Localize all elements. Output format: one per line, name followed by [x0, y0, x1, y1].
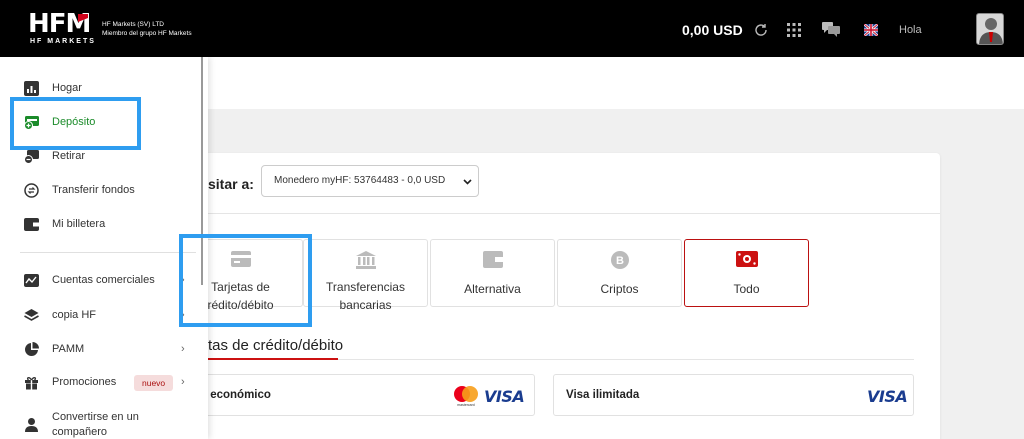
- uk-flag-icon[interactable]: [864, 24, 878, 36]
- new-badge: nuevo: [134, 375, 174, 391]
- apps-grid-icon[interactable]: [787, 23, 801, 37]
- sidebar-item-transfer[interactable]: Transferir fondos: [0, 176, 208, 206]
- highlight-cards-method: [179, 234, 312, 327]
- method-bank-line2: bancarias: [339, 298, 392, 312]
- wallet-icon: [482, 251, 503, 268]
- sidebar-item-promotions[interactable]: Promociones nuevo ›: [0, 368, 208, 398]
- company-name: HF Markets (SV) LTD: [102, 21, 164, 28]
- company-info: HF Markets (SV) LTD Miembro del grupo HF…: [102, 20, 192, 38]
- sidebar-item-label: PAMM: [52, 343, 85, 355]
- trading-accounts-icon: [24, 274, 39, 287]
- method-crypto-label: Criptos: [600, 282, 639, 296]
- mastercard-icon: mastercard: [454, 386, 478, 407]
- chart-icon: [24, 81, 39, 96]
- pie-icon: [25, 342, 39, 356]
- wallet-select[interactable]: Monedero myHF: 53764483 - 0,0 USD: [261, 165, 479, 197]
- gift-icon: [25, 377, 38, 390]
- deposit-to-label: sitar a:: [208, 176, 254, 192]
- sidebar-item-label: copia HF: [52, 309, 97, 321]
- greeting-text: Hola: [899, 24, 922, 36]
- avatar[interactable]: [976, 13, 1004, 45]
- hfm-logo[interactable]: HFM HF MARKETS: [28, 11, 98, 47]
- wallet-icon: [24, 218, 39, 231]
- method-all[interactable]: Todo: [684, 239, 809, 307]
- company-group: Miembro del grupo HF Markets: [102, 30, 192, 37]
- chevron-down-icon: [463, 179, 472, 185]
- sidebar-item-label: Retirar: [52, 150, 86, 162]
- sidebar-item-label: Hogar: [52, 82, 82, 94]
- card-option-visa-unlimited[interactable]: Visa ilimitada VISA: [553, 374, 914, 416]
- bitcoin-icon: B: [610, 251, 629, 269]
- visa-logo: VISA: [867, 387, 908, 406]
- wallet-select-value: Monedero myHF: 53764483 - 0,0 USD: [274, 175, 446, 186]
- sidebar-item-pamm[interactable]: PAMM ›: [0, 335, 208, 365]
- svg-text:mastercard: mastercard: [457, 403, 475, 407]
- transfer-icon: [24, 183, 39, 198]
- method-alternative-label: Alternativa: [464, 282, 521, 296]
- user-silhouette-icon: [979, 18, 1003, 44]
- section-title-underline: [208, 358, 338, 360]
- sidebar-item-hf-copy[interactable]: copia HF ›: [0, 301, 208, 331]
- chat-icon[interactable]: [822, 22, 840, 37]
- sidebar-item-label: Cuentas comerciales: [52, 274, 155, 286]
- sidebar-item-trading-accounts[interactable]: Cuentas comerciales ›: [0, 266, 208, 296]
- sidebar-item-label: Transferir fondos: [52, 184, 135, 196]
- method-bank-transfer[interactable]: Transferencias bancarias: [303, 239, 428, 312]
- sidebar-divider: [20, 252, 196, 253]
- method-bank-line1: Transferencias: [326, 280, 405, 294]
- card-option-economic[interactable]: o económico mastercard VISA: [190, 374, 535, 416]
- highlight-deposit: [10, 97, 141, 150]
- sidebar-item-label-line1: Convertirse en un: [52, 411, 139, 423]
- top-bar: HFM HF MARKETS HF Markets (SV) LTD Miemb…: [0, 0, 1024, 57]
- method-crypto[interactable]: B Criptos: [557, 239, 682, 307]
- svg-text:B: B: [616, 255, 624, 267]
- section-title: tas de crédito/débito: [208, 337, 344, 354]
- refresh-icon[interactable]: [753, 22, 769, 38]
- redacted-username: [926, 18, 972, 42]
- bank-icon: [355, 251, 376, 269]
- card-option-economic-label: o económico: [200, 389, 271, 401]
- chevron-right-icon: ›: [181, 376, 185, 388]
- sidebar-item-label: Promociones: [52, 376, 117, 388]
- method-alternative[interactable]: Alternativa: [430, 239, 555, 307]
- withdraw-icon: [24, 150, 39, 164]
- logo-subtext: HF MARKETS: [30, 38, 96, 45]
- partner-icon: [25, 418, 38, 432]
- layers-icon: [24, 309, 39, 321]
- sidebar-item-partner[interactable]: Convertirse en un compañero: [0, 408, 208, 438]
- card-option-visa-unlimited-label: Visa ilimitada: [566, 389, 640, 401]
- logo-accent-icon: [78, 14, 88, 22]
- card-divider: [190, 213, 940, 214]
- sidebar-item-label: Mi billetera: [52, 218, 106, 230]
- sidebar-item-label-line2: compañero: [52, 426, 108, 438]
- balance-display: 0,00 USD: [682, 22, 743, 38]
- visa-logo: VISA: [484, 387, 525, 406]
- sidebar-item-wallet[interactable]: Mi billetera: [0, 210, 208, 240]
- chevron-right-icon: ›: [181, 343, 185, 355]
- method-all-label: Todo: [733, 282, 760, 296]
- cash-icon: [735, 251, 758, 267]
